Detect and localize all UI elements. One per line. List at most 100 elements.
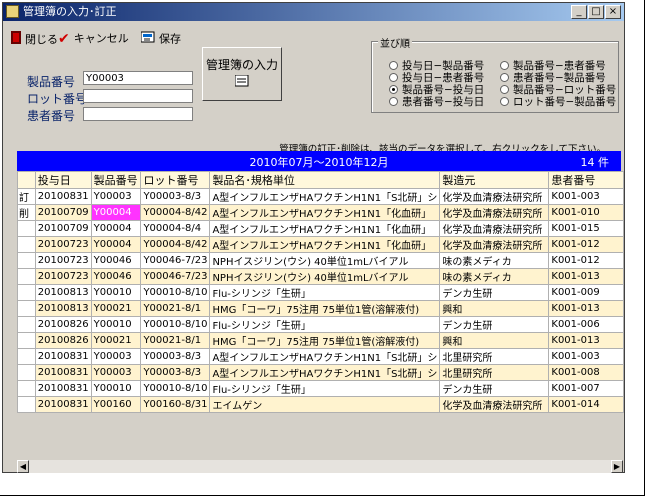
lot-cell[interactable]: Y00010-8/10 [140, 380, 211, 397]
maker-cell[interactable]: 興和 [439, 300, 550, 317]
table-row[interactable]: 20100831 Y00010 Y00010-8/10 Flu-シリンジ「生研」… [17, 380, 624, 397]
table-row[interactable]: 20100723 Y00046 Y00046-7/23 NPHイスジリン(ウシ)… [17, 252, 624, 269]
date-cell[interactable]: 20100826 [34, 316, 92, 333]
maker-cell[interactable]: 化学及血清療法研究所 [439, 396, 550, 413]
cancel-button[interactable]: ✔ キャンセル [58, 31, 129, 47]
patient-cell[interactable]: K001-008 [548, 364, 624, 381]
save-button[interactable]: 保存 [140, 31, 181, 47]
date-cell[interactable]: 20100709 [34, 204, 92, 221]
lot-cell[interactable]: Y00046-7/23 [140, 268, 211, 285]
patient-cell[interactable]: K001-013 [548, 300, 624, 317]
table-row[interactable]: 20100831 Y00003 Y00003-8/3 A型インフルエンザHAワク… [17, 348, 624, 365]
maximize-button[interactable]: □ [588, 5, 604, 19]
lot-cell[interactable]: Y00003-8/3 [140, 188, 211, 205]
patient-cell[interactable]: K001-006 [548, 316, 624, 333]
lot-cell[interactable]: Y00021-8/1 [140, 300, 211, 317]
table-row[interactable]: 20100709 Y00004 Y00004-8/4 A型インフルエンザHAワク… [17, 220, 624, 237]
maker-cell[interactable]: 味の素メディカ [439, 268, 550, 285]
column-header[interactable]: 投与日 [34, 171, 92, 189]
lot-cell[interactable]: Y00004-8/4 [140, 220, 211, 237]
patient-cell[interactable]: K001-012 [548, 252, 624, 269]
patient-cell[interactable]: K001-007 [548, 380, 624, 397]
patient-number-input[interactable] [83, 107, 193, 121]
patient-cell[interactable]: K001-003 [548, 348, 624, 365]
name-cell[interactable]: Flu-シリンジ「生研」 [209, 316, 441, 333]
sort-option-7[interactable]: ロット番号−製品番号 [500, 94, 616, 109]
product-cell[interactable]: Y00003 [90, 348, 142, 365]
date-cell[interactable]: 20100723 [34, 268, 92, 285]
date-cell[interactable]: 20100831 [34, 380, 92, 397]
scroll-right-icon[interactable]: ▶ [611, 460, 623, 473]
maker-cell[interactable]: 化学及血清療法研究所 [439, 188, 550, 205]
table-row[interactable]: 20100826 Y00010 Y00010-8/10 Flu-シリンジ「生研」… [17, 316, 624, 333]
maker-cell[interactable]: 味の素メディカ [439, 252, 550, 269]
table-row[interactable]: 訂 20100831 Y00003 Y00003-8/3 A型インフルエンザHA… [17, 188, 624, 205]
lot-cell[interactable]: Y00004-8/42 [140, 204, 211, 221]
scroll-left-icon[interactable]: ◀ [17, 460, 29, 473]
table-row[interactable]: 削 20100709 Y00004 Y00004-8/42 A型インフルエンザH… [17, 204, 624, 221]
sort-option-6[interactable]: 患者番号−投与日 [389, 94, 484, 109]
product-cell[interactable]: Y00010 [90, 316, 142, 333]
column-header[interactable]: 製品名･規格単位 [209, 171, 441, 189]
date-cell[interactable]: 20100831 [34, 348, 92, 365]
horizontal-scrollbar[interactable]: ◀ ▶ [17, 460, 623, 473]
date-cell[interactable]: 20100813 [34, 284, 92, 301]
date-cell[interactable]: 20100709 [34, 220, 92, 237]
name-cell[interactable]: A型インフルエンザHAワクチンH1N1「化血研」 [209, 236, 441, 253]
table-row[interactable]: 20100723 Y00004 Y00004-8/42 A型インフルエンザHAワ… [17, 236, 624, 253]
date-cell[interactable]: 20100831 [34, 364, 92, 381]
name-cell[interactable]: Flu-シリンジ「生研」 [209, 380, 441, 397]
lot-cell[interactable]: Y00010-8/10 [140, 316, 211, 333]
name-cell[interactable]: A型インフルエンザHAワクチンH1N1「S北研」シ [209, 188, 441, 205]
lot-cell[interactable]: Y00160-8/31 [140, 396, 211, 413]
column-header[interactable]: 製品番号 [90, 171, 142, 189]
name-cell[interactable]: エイムゲン [209, 396, 441, 413]
date-cell[interactable]: 20100826 [34, 332, 92, 349]
name-cell[interactable]: A型インフルエンザHAワクチンH1N1「S北研」シ [209, 364, 441, 381]
date-cell[interactable]: 20100723 [34, 236, 92, 253]
lot-number-input[interactable] [83, 89, 193, 103]
lot-cell[interactable]: Y00004-8/42 [140, 236, 211, 253]
product-cell[interactable]: Y00010 [90, 380, 142, 397]
product-cell[interactable]: Y00021 [90, 332, 142, 349]
ledger-input-button[interactable]: 管理簿の入力 [202, 47, 282, 101]
lot-cell[interactable]: Y00010-8/10 [140, 284, 211, 301]
maker-cell[interactable]: デンカ生研 [439, 380, 550, 397]
name-cell[interactable]: HMG「コーワ」75注用 75単位1管(溶解液付) [209, 332, 441, 349]
date-cell[interactable]: 20100831 [34, 188, 92, 205]
column-header[interactable]: 製造元 [439, 171, 550, 189]
patient-cell[interactable]: K001-013 [548, 332, 624, 349]
table-row[interactable]: 20100813 Y00010 Y00010-8/10 Flu-シリンジ「生研」… [17, 284, 624, 301]
product-cell[interactable]: Y00160 [90, 396, 142, 413]
product-cell[interactable]: Y00004 [90, 220, 142, 237]
table-row[interactable]: 20100813 Y00021 Y00021-8/1 HMG「コーワ」75注用 … [17, 300, 624, 317]
minimize-button[interactable]: _ [571, 5, 587, 19]
name-cell[interactable]: Flu-シリンジ「生研」 [209, 284, 441, 301]
patient-cell[interactable]: K001-013 [548, 268, 624, 285]
product-cell[interactable]: Y00003 [90, 364, 142, 381]
maker-cell[interactable]: 北里研究所 [439, 348, 550, 365]
table-row[interactable]: 20100831 Y00003 Y00003-8/3 A型インフルエンザHAワク… [17, 364, 624, 381]
close-form-button[interactable]: 閉じる [11, 31, 58, 47]
product-cell[interactable]: Y00003 [90, 188, 142, 205]
product-cell[interactable]: Y00004 [90, 236, 142, 253]
column-header[interactable]: 患者番号 [548, 171, 624, 189]
patient-cell[interactable]: K001-014 [548, 396, 624, 413]
product-cell[interactable]: Y00046 [90, 252, 142, 269]
name-cell[interactable]: HMG「コーワ」75注用 75単位1管(溶解液付) [209, 300, 441, 317]
name-cell[interactable]: A型インフルエンザHAワクチンH1N1「S北研」シ [209, 348, 441, 365]
lot-cell[interactable]: Y00003-8/3 [140, 364, 211, 381]
maker-cell[interactable]: デンカ生研 [439, 316, 550, 333]
maker-cell[interactable]: 化学及血清療法研究所 [439, 236, 550, 253]
maker-cell[interactable]: 化学及血清療法研究所 [439, 220, 550, 237]
maker-cell[interactable]: 興和 [439, 332, 550, 349]
patient-cell[interactable]: K001-015 [548, 220, 624, 237]
product-cell[interactable]: Y00010 [90, 284, 142, 301]
close-button[interactable]: × [605, 5, 621, 19]
name-cell[interactable]: A型インフルエンザHAワクチンH1N1「化血研」 [209, 220, 441, 237]
date-cell[interactable]: 20100831 [34, 396, 92, 413]
maker-cell[interactable]: 北里研究所 [439, 364, 550, 381]
name-cell[interactable]: A型インフルエンザHAワクチンH1N1「化血研」 [209, 204, 441, 221]
date-cell[interactable]: 20100813 [34, 300, 92, 317]
product-cell[interactable]: Y00021 [90, 300, 142, 317]
